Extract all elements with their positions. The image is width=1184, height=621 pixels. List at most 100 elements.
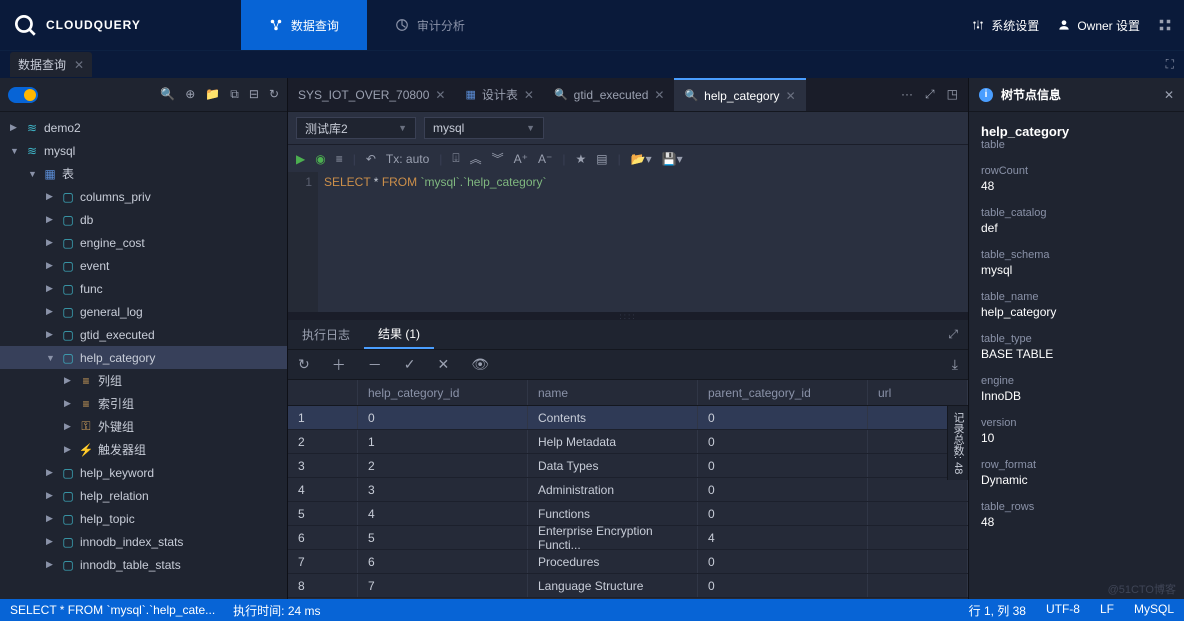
tree-arrow[interactable]: ▶ — [64, 398, 78, 409]
grid-cell[interactable]: 8 — [288, 574, 358, 597]
grid-cell[interactable] — [868, 502, 968, 525]
editor-tab[interactable]: SYS_IOT_OVER_70800✕ — [288, 78, 455, 111]
grid-cell[interactable]: 4 — [358, 502, 528, 525]
grid-col-header[interactable]: url — [868, 380, 968, 405]
open-icon[interactable]: 📂▾ — [631, 152, 652, 166]
grid-cell[interactable]: 0 — [698, 550, 868, 573]
close-icon[interactable]: ✕ — [1164, 88, 1174, 102]
tree-arrow[interactable]: ▼ — [28, 169, 42, 179]
nav-system-settings[interactable]: 系统设置 — [971, 17, 1039, 34]
table-row[interactable]: 32Data Types0 — [288, 454, 968, 478]
grid-cell[interactable]: 7 — [288, 550, 358, 573]
workspace-tab[interactable]: 数据查询 ✕ — [10, 52, 92, 77]
result-grid[interactable]: help_category_id name parent_category_id… — [288, 380, 968, 599]
grid-cell[interactable]: 2 — [358, 454, 528, 477]
table-row[interactable]: 21Help Metadata0 — [288, 430, 968, 454]
tree-node[interactable]: ▼▢help_category — [0, 346, 287, 369]
search-icon[interactable]: 🔍 — [160, 87, 175, 102]
refresh-icon[interactable]: ↻ — [269, 87, 279, 102]
grid-col-header[interactable]: help_category_id — [358, 380, 528, 405]
tree-arrow[interactable]: ▶ — [10, 122, 24, 133]
tree-node[interactable]: ▼≋mysql — [0, 139, 287, 162]
tree-node[interactable]: ▶≡列组 — [0, 369, 287, 392]
grid-cell[interactable]: 6 — [358, 550, 528, 573]
tree-arrow[interactable]: ▼ — [10, 146, 24, 156]
grid-cell[interactable]: Language Structure — [528, 574, 698, 597]
collapse-up-icon[interactable]: ︽ — [470, 150, 482, 167]
expand-result-icon[interactable]: ⤢ — [948, 327, 968, 342]
bookmark-icon[interactable]: ▤ — [596, 152, 607, 166]
tree-node[interactable]: ▶▢help_topic — [0, 507, 287, 530]
tree-node[interactable]: ▶▢func — [0, 277, 287, 300]
grid-cell[interactable]: 0 — [698, 454, 868, 477]
grid-cell[interactable]: 0 — [358, 406, 528, 429]
add-row-icon[interactable]: ＋ — [332, 355, 346, 375]
grid-col-header[interactable]: name — [528, 380, 698, 405]
tab-result[interactable]: 结果 (1) — [364, 320, 434, 349]
grid-cell[interactable]: 1 — [288, 406, 358, 429]
status-encoding[interactable]: UTF-8 — [1046, 602, 1080, 619]
close-icon[interactable]: ✕ — [786, 89, 796, 103]
tree-node[interactable]: ▶≋demo2 — [0, 116, 287, 139]
folder-icon[interactable]: 📁 — [205, 87, 220, 102]
tree-node[interactable]: ▶▢innodb_index_stats — [0, 530, 287, 553]
grid-col-header[interactable]: parent_category_id — [698, 380, 868, 405]
tree-node[interactable]: ▶▢gtid_executed — [0, 323, 287, 346]
tree-arrow[interactable]: ▶ — [46, 329, 60, 340]
undo-icon[interactable]: ↶ — [366, 152, 376, 166]
cancel-icon[interactable]: ✕ — [437, 356, 449, 373]
new-file-icon[interactable]: ⊕ — [185, 87, 195, 102]
editor-tab-active[interactable]: 🔍help_category✕ — [674, 78, 805, 111]
nav-tab-query[interactable]: 数据查询 — [241, 0, 367, 50]
tree-node[interactable]: ▶▢help_relation — [0, 484, 287, 507]
run-selection-icon[interactable]: ◉ — [315, 152, 325, 166]
grid-cell[interactable]: 7 — [358, 574, 528, 597]
status-dialect[interactable]: MySQL — [1134, 602, 1174, 619]
export-icon[interactable]: ⤓ — [952, 356, 958, 373]
tree-arrow[interactable]: ▶ — [46, 260, 60, 271]
sql-editor[interactable]: 1 SELECT * FROM `mysql`.`help_category` — [288, 172, 968, 312]
table-row[interactable]: 76Procedures0 — [288, 550, 968, 574]
nav-owner-settings[interactable]: Owner 设置 — [1057, 17, 1140, 34]
grid-cell[interactable]: 0 — [698, 502, 868, 525]
grid-cell[interactable]: 4 — [288, 478, 358, 501]
tree-arrow[interactable]: ▶ — [46, 536, 60, 547]
editor-tab[interactable]: ▦设计表✕ — [455, 78, 543, 111]
table-row[interactable]: 87Language Structure0 — [288, 574, 968, 598]
grid-cell[interactable]: 0 — [698, 478, 868, 501]
table-row[interactable]: 54Functions0 — [288, 502, 968, 526]
delete-row-icon[interactable]: － — [368, 355, 382, 375]
table-row[interactable]: 65Enterprise Encryption Functi...4 — [288, 526, 968, 550]
tree-node[interactable]: ▶▢event — [0, 254, 287, 277]
grid-cell[interactable]: 5 — [288, 502, 358, 525]
font-increase-icon[interactable]: A⁺ — [514, 152, 528, 166]
explain-icon[interactable]: ≡ — [336, 152, 343, 166]
nav-tab-audit[interactable]: 审计分析 — [367, 0, 493, 50]
more-icon[interactable]: ··· — [901, 87, 913, 102]
grid-cell[interactable] — [868, 478, 968, 501]
tab-exec-log[interactable]: 执行日志 — [288, 320, 364, 349]
tree-arrow[interactable]: ▶ — [46, 214, 60, 225]
apps-icon[interactable] — [1158, 18, 1172, 32]
run-icon[interactable]: ▶ — [296, 152, 305, 166]
grid-cell[interactable]: 0 — [698, 574, 868, 597]
grid-cell[interactable]: 5 — [358, 526, 528, 549]
db-selector[interactable]: 测试库2▼ — [296, 117, 416, 139]
tree-arrow[interactable]: ▶ — [46, 283, 60, 294]
tree-arrow[interactable]: ▶ — [46, 237, 60, 248]
grid-col-rownum[interactable] — [288, 380, 358, 405]
tree-arrow[interactable]: ▶ — [46, 513, 60, 524]
close-icon[interactable]: ✕ — [524, 88, 534, 102]
tree-node[interactable]: ▶▢general_log — [0, 300, 287, 323]
tree-arrow[interactable]: ▶ — [46, 306, 60, 317]
grid-cell[interactable] — [868, 550, 968, 573]
tree-node[interactable]: ▶▢help_keyword — [0, 461, 287, 484]
grid-cell[interactable] — [868, 526, 968, 549]
schema-selector[interactable]: mysql▼ — [424, 117, 544, 139]
tree-arrow[interactable]: ▼ — [46, 353, 60, 363]
theme-toggle[interactable] — [8, 87, 38, 103]
copy-icon[interactable]: ⧉ — [230, 87, 239, 102]
tree-node[interactable]: ▶⚡触发器组 — [0, 438, 287, 461]
tree-arrow[interactable]: ▶ — [46, 490, 60, 501]
font-decrease-icon[interactable]: A⁻ — [538, 152, 552, 166]
